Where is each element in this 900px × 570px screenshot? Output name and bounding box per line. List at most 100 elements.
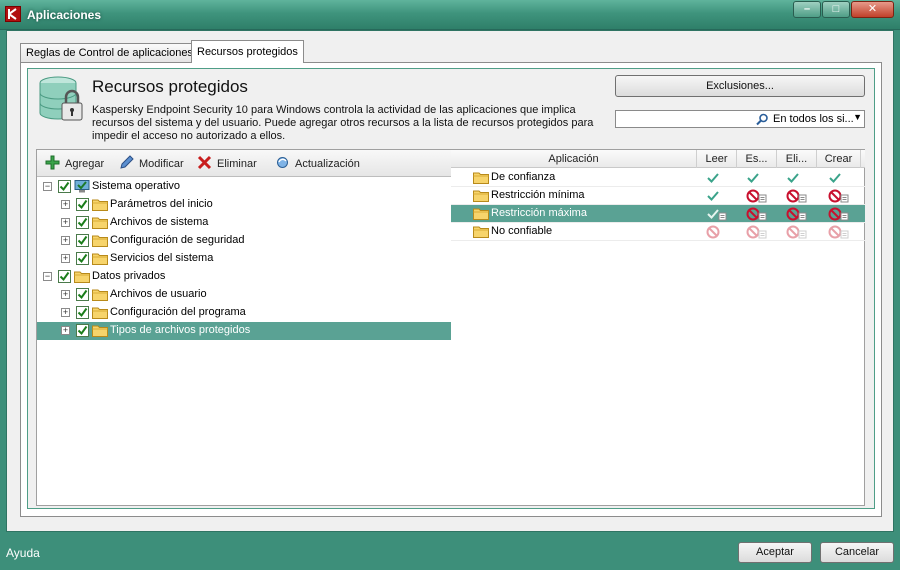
tree-node-label: Configuración del programa [110,306,246,318]
window-title: Aplicaciones [27,8,102,22]
close-button[interactable]: ✕ [851,1,894,18]
tab-panel: Recursos protegidos Kaspersky Endpoint S… [20,62,882,517]
deny-log-icon[interactable] [827,225,851,239]
deny-icon[interactable] [705,225,729,239]
expand-icon[interactable]: + [61,218,70,227]
tab-content: Recursos protegidos Kaspersky Endpoint S… [27,68,875,509]
ok-button[interactable]: Aceptar [738,542,812,563]
delete-x-icon [197,155,212,170]
deny-log-icon[interactable] [827,189,851,203]
edit-button[interactable]: Modificar [119,155,184,171]
expand-icon[interactable]: + [61,236,70,245]
tree-node[interactable]: + Configuración de seguridad [37,232,451,250]
dialog-footer: Ayuda Aceptar Cancelar [0,534,900,570]
allow-check-icon[interactable] [745,171,769,185]
exclusions-button[interactable]: Exclusiones... [615,75,865,97]
tree-checkbox[interactable] [76,198,89,211]
tree-node[interactable]: − Datos privados [37,268,451,286]
folder-icon [473,225,489,238]
collapse-icon[interactable]: − [43,182,52,191]
expand-icon[interactable]: + [61,326,70,335]
minimize-button[interactable]: – [793,1,821,18]
resource-tree-pane: Agregar Modificar Eliminar Actualización… [36,149,452,506]
deny-log-icon[interactable] [745,189,769,203]
grid-row[interactable]: De confianza [451,169,865,187]
search-scope-select[interactable]: En todos los si... [773,113,854,125]
folder-icon [74,270,90,283]
tree-node-label: Archivos de sistema [110,216,209,228]
delete-label: Eliminar [217,158,257,170]
maximize-button[interactable]: □ [822,1,850,18]
search-input[interactable]: En todos los si... ▼ [615,110,865,128]
column-delete[interactable]: Eli... [777,150,817,168]
expand-icon[interactable]: + [61,308,70,317]
update-label: Actualización [295,158,360,170]
folder-icon [473,171,489,184]
tree-node-label: Archivos de usuario [110,288,207,300]
resource-tree: − Sistema operativo + Parámetros del inicio… [37,178,451,340]
edit-label: Modificar [139,158,184,170]
pencil-icon [119,155,134,170]
tree-node-label: Datos privados [92,270,166,282]
expand-icon[interactable]: + [61,200,70,209]
folder-icon [92,306,108,319]
chevron-down-icon[interactable]: ▼ [853,112,862,122]
tab-protected-resources[interactable]: Recursos protegidos [191,40,304,63]
column-application[interactable]: Aplicación [451,150,697,168]
tree-checkbox[interactable] [76,324,89,337]
tree-node[interactable]: + Parámetros del inicio [37,196,451,214]
deny-log-icon[interactable] [785,207,809,221]
column-write[interactable]: Es... [737,150,777,168]
tab-application-rules[interactable]: Reglas de Control de aplicaciones [20,43,199,63]
trust-group-name: De confianza [491,171,556,183]
allow-log-icon[interactable] [705,207,729,221]
allow-check-icon[interactable] [705,171,729,185]
update-button[interactable]: Actualización [275,155,360,171]
tree-checkbox[interactable] [58,270,71,283]
tree-checkbox[interactable] [76,306,89,319]
grid-row[interactable]: No confiable [451,223,865,241]
trust-group-name: No confiable [491,225,553,237]
tree-checkbox[interactable] [76,216,89,229]
deny-log-icon[interactable] [745,225,769,239]
tree-node[interactable]: + Servicios del sistema [37,250,451,268]
expand-icon[interactable]: + [61,254,70,263]
folder-icon [92,234,108,247]
allow-check-icon[interactable] [705,189,729,203]
database-lock-icon [36,73,86,125]
grid-row[interactable]: Restricción mínima [451,187,865,205]
column-create[interactable]: Crear [817,150,861,168]
tree-node-label: Tipos de archivos protegidos [110,324,251,336]
expand-icon[interactable]: + [61,290,70,299]
tree-node[interactable]: + Archivos de usuario [37,286,451,304]
tree-node-label: Configuración de seguridad [110,234,245,246]
tree-node[interactable]: + Tipos de archivos protegidos [37,322,451,340]
column-read[interactable]: Leer [697,150,737,168]
help-link[interactable]: Ayuda [6,546,40,560]
tree-node[interactable]: + Configuración del programa [37,304,451,322]
title-bar: Aplicaciones – □ ✕ [0,0,900,30]
tree-node-label: Sistema operativo [92,180,181,192]
grid-row[interactable]: Restricción máxima [451,205,865,223]
tree-checkbox[interactable] [76,234,89,247]
deny-log-icon[interactable] [827,207,851,221]
page-description: Kaspersky Endpoint Security 10 para Wind… [92,104,594,142]
deny-log-icon[interactable] [785,189,809,203]
deny-log-icon[interactable] [785,225,809,239]
collapse-icon[interactable]: − [43,272,52,281]
tree-checkbox[interactable] [76,288,89,301]
add-button[interactable]: Agregar [45,155,104,171]
resource-toolbar: Agregar Modificar Eliminar Actualización [37,150,451,177]
allow-check-icon[interactable] [827,171,851,185]
tree-node[interactable]: + Archivos de sistema [37,214,451,232]
deny-log-icon[interactable] [745,207,769,221]
cancel-button[interactable]: Cancelar [820,542,894,563]
tree-checkbox[interactable] [76,252,89,265]
window-frame: Reglas de Control de aplicaciones Recurs… [6,30,894,534]
window-client: Reglas de Control de aplicaciones Recurs… [6,30,894,532]
tree-node[interactable]: − Sistema operativo [37,178,451,196]
tree-checkbox[interactable] [58,180,71,193]
allow-check-icon[interactable] [785,171,809,185]
kaspersky-logo-icon [5,6,21,22]
delete-button[interactable]: Eliminar [197,155,257,171]
